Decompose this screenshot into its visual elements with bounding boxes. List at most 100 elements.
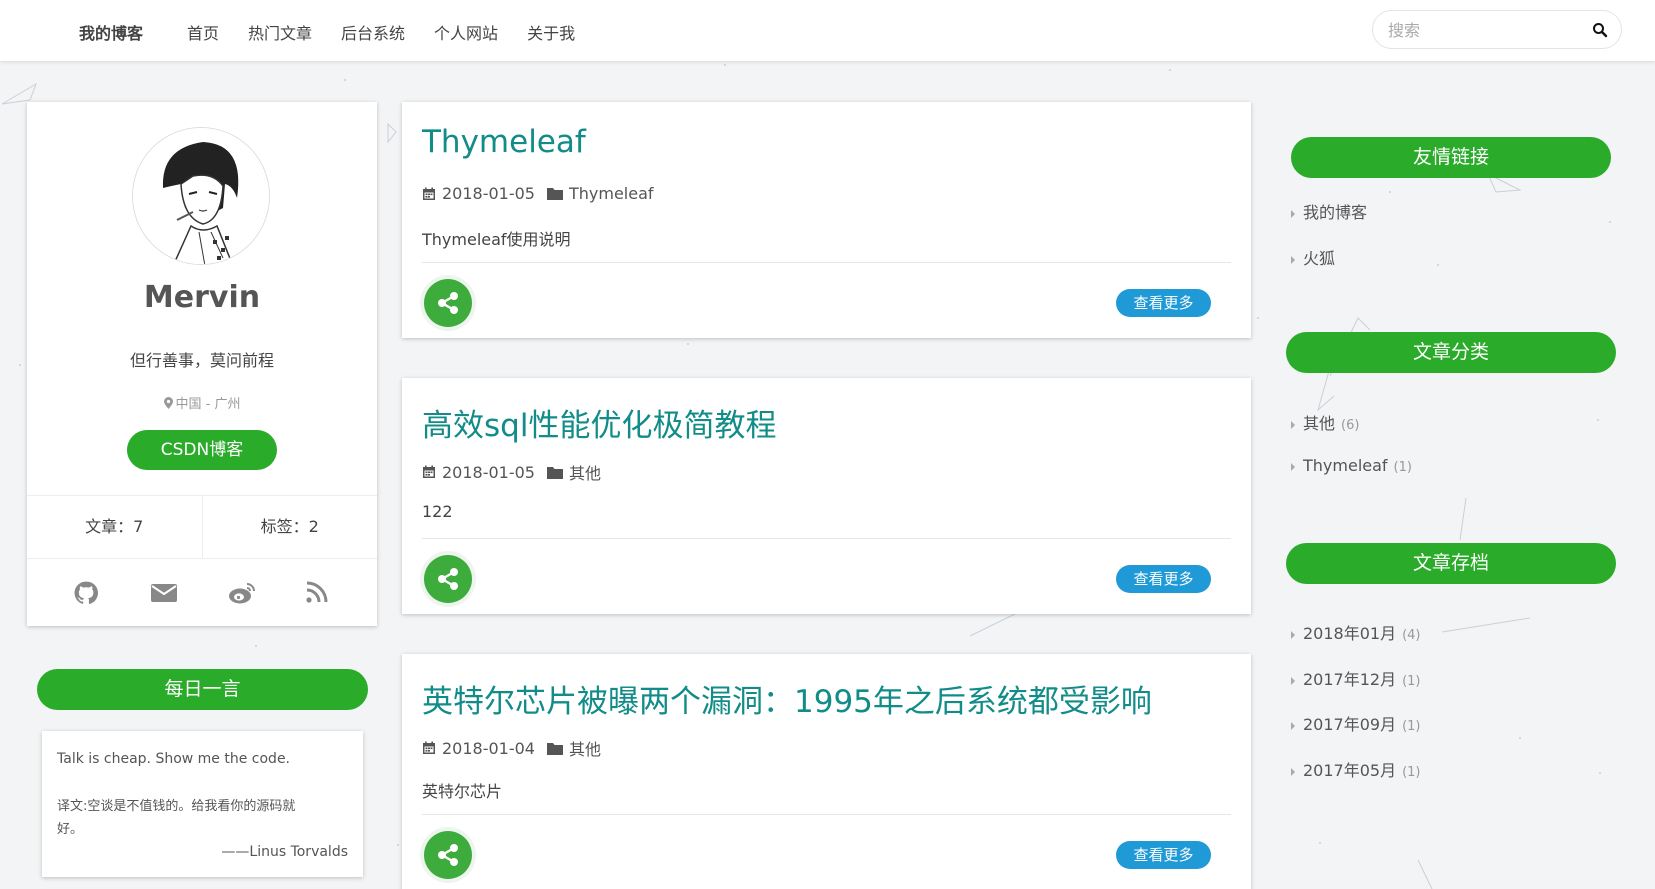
daily-quote-card: Talk is cheap. Show me the code. 译文:空谈是不… (42, 731, 363, 877)
profile-location: 中国 - 广州 (27, 393, 377, 412)
nav-home[interactable]: 首页 (187, 20, 219, 44)
calendar-icon (423, 465, 435, 478)
archive-label: 2018年01月 (1303, 624, 1397, 643)
read-more-button[interactable]: 查看更多 (1116, 289, 1211, 317)
friend-link-label: 我的博客 (1303, 203, 1368, 222)
post-category[interactable]: 其他 (569, 736, 601, 760)
share-button[interactable] (424, 279, 472, 327)
share-button[interactable] (424, 555, 472, 603)
quote-translation-line1: 译文:空谈是不值钱的。给我看你的源码就 (57, 799, 296, 814)
caret-right-icon (1291, 630, 1295, 639)
post-meta: 2018-01-05 Thymeleaf (422, 184, 654, 203)
social-links (27, 580, 377, 606)
read-more-button[interactable]: 查看更多 (1116, 841, 1211, 869)
caret-right-icon (1291, 255, 1295, 264)
post-summary: 英特尔芯片 (422, 782, 503, 801)
tag-count[interactable]: 标签：2 (203, 496, 378, 558)
friend-link-item[interactable]: 火狐 (1291, 245, 1335, 269)
friend-link-item[interactable]: 我的博客 (1291, 199, 1367, 223)
post-divider (422, 262, 1231, 263)
category-count: (6) (1341, 418, 1360, 433)
post-title[interactable]: 英特尔芯片被曝两个漏洞：1995年之后系统都受影响 (422, 676, 1152, 721)
archive-item[interactable]: 2018年01月 (4) (1291, 620, 1421, 644)
post-title[interactable]: Thymeleaf (422, 124, 586, 160)
folder-icon (546, 742, 563, 755)
share-icon (438, 844, 458, 866)
post-date: 2018-01-05 (442, 462, 535, 482)
weibo-icon[interactable] (228, 580, 255, 606)
category-item[interactable]: Thymeleaf (1) (1291, 456, 1412, 475)
archive-item[interactable]: 2017年05月 (1) (1291, 757, 1421, 781)
caret-right-icon (1291, 462, 1295, 471)
archive-label: 2017年05月 (1303, 761, 1397, 780)
csdn-blog-button[interactable]: CSDN博客 (127, 430, 277, 470)
search-box (1372, 10, 1622, 49)
post-title[interactable]: 高效sql性能优化极简教程 (422, 400, 776, 445)
archive-count: (1) (1402, 765, 1421, 780)
calendar-icon (423, 741, 435, 754)
post-divider (422, 538, 1231, 539)
share-button[interactable] (424, 831, 472, 879)
category-label: 其他 (1303, 414, 1336, 433)
post-meta: 2018-01-05 其他 (422, 460, 601, 484)
caret-right-icon (1291, 676, 1295, 685)
quote-translation-line2: 好。 (57, 822, 84, 837)
share-icon (438, 568, 458, 590)
post-divider (422, 814, 1231, 815)
nav-personal-site[interactable]: 个人网站 (434, 20, 498, 44)
profile-name: Mervin (143, 280, 261, 315)
caret-right-icon (1291, 209, 1295, 218)
caret-right-icon (1291, 721, 1295, 730)
search-icon[interactable] (1592, 22, 1608, 38)
daily-quote-header: 每日一言 (37, 669, 368, 710)
map-marker-icon (163, 397, 173, 409)
profile-card: Mervin 但行善事，莫问前程 中国 - 广州 CSDN博客 文章：7 标签：… (27, 102, 377, 626)
profile-motto: 但行善事，莫问前程 (129, 351, 274, 370)
post-summary: 122 (422, 502, 453, 521)
archive-count: (1) (1402, 674, 1421, 689)
categories-header: 文章分类 (1286, 332, 1616, 373)
github-icon[interactable] (73, 580, 99, 606)
archive-item[interactable]: 2017年12月 (1) (1291, 666, 1421, 690)
caret-right-icon (1291, 420, 1295, 429)
archive-header: 文章存档 (1286, 543, 1616, 584)
friend-link-label: 火狐 (1303, 249, 1336, 268)
post-card: Thymeleaf 2018-01-05 Thymeleaf Thymeleaf… (402, 102, 1251, 338)
category-label: Thymeleaf (1303, 456, 1388, 475)
post-summary: Thymeleaf使用说明 (422, 230, 571, 249)
archive-count: (1) (1402, 719, 1421, 734)
avatar (132, 127, 270, 265)
nav-admin[interactable]: 后台系统 (341, 20, 405, 44)
calendar-icon (423, 187, 435, 200)
nav-about[interactable]: 关于我 (527, 20, 575, 44)
location-text: 中国 - 广州 (175, 397, 241, 412)
caret-right-icon (1291, 767, 1295, 776)
brand-logo[interactable]: 我的博客 (79, 20, 143, 44)
rss-icon[interactable] (305, 580, 331, 606)
quote-author: ——Linus Torvalds (221, 844, 348, 860)
search-input[interactable] (1388, 21, 1578, 40)
folder-icon (546, 188, 563, 200)
category-item[interactable]: 其他 (6) (1291, 410, 1359, 434)
post-category[interactable]: Thymeleaf (569, 184, 654, 203)
profile-stats: 文章：7 标签：2 (27, 495, 377, 559)
post-meta: 2018-01-04 其他 (422, 736, 601, 760)
post-category[interactable]: 其他 (569, 460, 601, 484)
archive-item[interactable]: 2017年09月 (1) (1291, 711, 1421, 735)
quote-text: Talk is cheap. Show me the code. (57, 751, 291, 767)
mail-icon[interactable] (150, 580, 178, 606)
archive-label: 2017年12月 (1303, 670, 1397, 689)
post-card: 英特尔芯片被曝两个漏洞：1995年之后系统都受影响 2018-01-04 其他 … (402, 654, 1251, 889)
read-more-button[interactable]: 查看更多 (1116, 565, 1211, 593)
top-navbar: 我的博客 首页 热门文章 后台系统 个人网站 关于我 (0, 0, 1655, 61)
folder-icon (546, 466, 563, 479)
post-date: 2018-01-04 (442, 738, 535, 758)
nav-hot-articles[interactable]: 热门文章 (248, 20, 312, 44)
archive-label: 2017年09月 (1303, 715, 1397, 734)
friend-links-header: 友情链接 (1291, 137, 1611, 178)
archive-count: (4) (1402, 628, 1421, 643)
article-count[interactable]: 文章：7 (27, 496, 203, 558)
main-nav: 首页 热门文章 后台系统 个人网站 关于我 (187, 20, 604, 44)
category-count: (1) (1393, 460, 1412, 475)
post-date: 2018-01-05 (442, 184, 535, 203)
